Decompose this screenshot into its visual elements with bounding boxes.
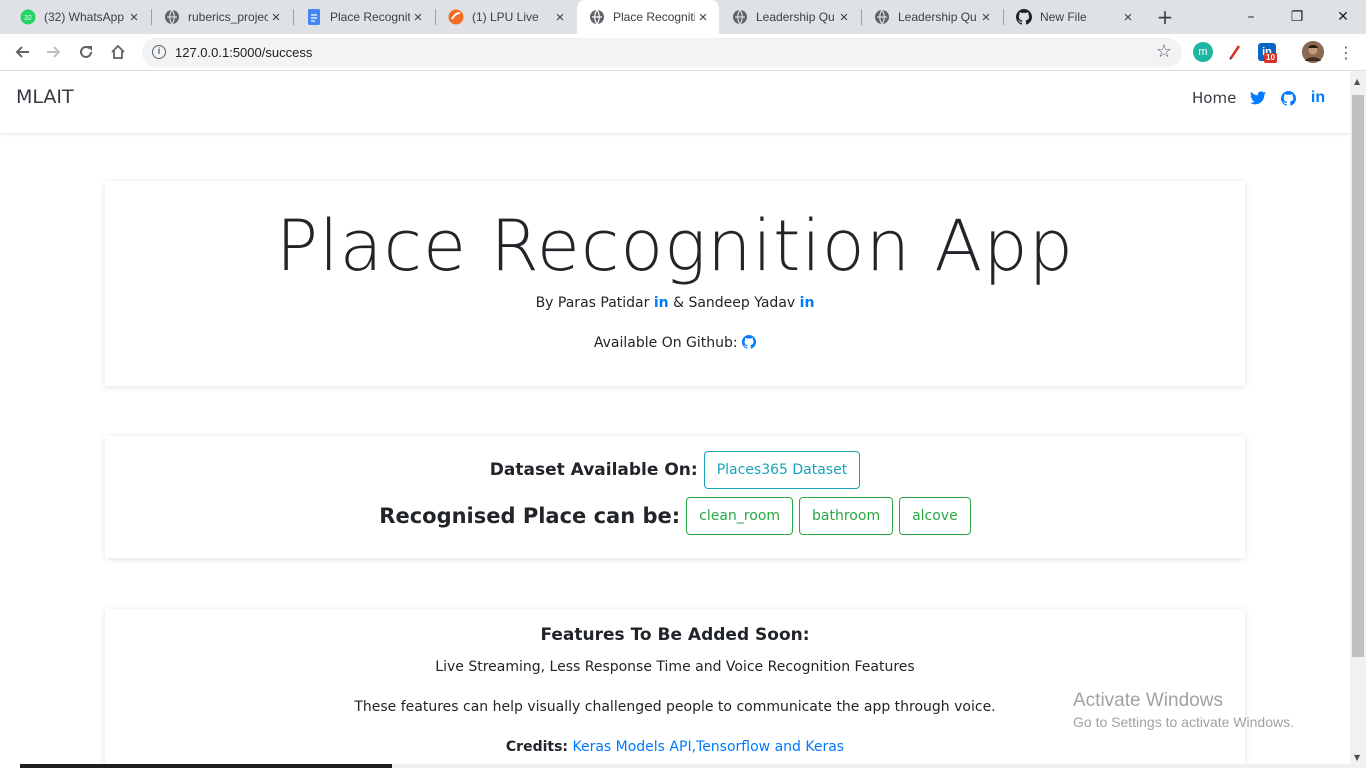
dataset-label: Dataset Available On:: [489, 460, 698, 480]
scrollbar-thumb[interactable]: [1352, 95, 1364, 657]
svg-text:32: 32: [24, 15, 32, 22]
page-title: Place Recognition App: [275, 205, 1075, 287]
close-tab-icon[interactable]: ×: [552, 9, 568, 26]
lpu-icon: [448, 9, 464, 25]
github-line: Available On Github:: [105, 335, 1245, 353]
dataset-card: Dataset Available On: Places365 Dataset …: [105, 436, 1245, 558]
hero-card: Place Recognition App By Paras Patidar i…: [105, 181, 1245, 386]
byline-ampersand: &: [673, 295, 684, 311]
forward-icon[interactable]: [39, 37, 69, 67]
github-icon: [1016, 9, 1032, 25]
globe-icon: [732, 9, 748, 25]
close-tab-icon[interactable]: ×: [695, 9, 711, 26]
close-tab-icon[interactable]: ×: [268, 9, 284, 26]
reload-icon[interactable]: [71, 37, 101, 67]
close-window-button[interactable]: ✕: [1320, 0, 1366, 34]
new-tab-button[interactable]: +: [1150, 0, 1180, 34]
extension-m-icon[interactable]: m: [1193, 42, 1213, 62]
pen-extension-icon[interactable]: [1225, 42, 1245, 62]
brand-link[interactable]: MLAIT: [16, 86, 74, 108]
author-2: Sandeep Yadav: [688, 295, 796, 311]
home-icon[interactable]: [103, 37, 133, 67]
google-docs-icon: [306, 9, 322, 25]
tab-title: ruberics_projec: [188, 10, 268, 24]
recognised-row: Recognised Place can be: clean_room bath…: [105, 497, 1245, 535]
browser-chrome: 32 (32) WhatsApp × ruberics_projec × Pla…: [0, 0, 1366, 71]
close-tab-icon[interactable]: ×: [1120, 9, 1136, 26]
back-icon[interactable]: [7, 37, 37, 67]
tab-new-file[interactable]: New File ×: [1004, 0, 1144, 34]
taskbar-edge: [0, 764, 1350, 768]
place-result-button[interactable]: alcove: [899, 497, 971, 535]
page-scrollbar[interactable]: ▲ ▼: [1350, 71, 1366, 768]
tab-title: New File: [1040, 10, 1087, 24]
close-tab-icon[interactable]: ×: [978, 9, 994, 26]
twitter-icon[interactable]: [1248, 87, 1268, 109]
profile-avatar[interactable]: [1302, 41, 1324, 63]
place-result-button[interactable]: clean_room: [686, 497, 794, 535]
linkedin-author-1-icon[interactable]: in: [654, 295, 669, 311]
watermark-subtitle: Go to Settings to activate Windows.: [1073, 714, 1294, 730]
features-list: Live Streaming, Less Response Time and V…: [435, 659, 915, 675]
close-tab-icon[interactable]: ×: [836, 9, 852, 26]
linkedin-nav-icon[interactable]: in: [1308, 87, 1328, 109]
github-repo-icon[interactable]: [742, 335, 757, 353]
credits-label: Credits:: [505, 739, 569, 755]
tab-strip: 32 (32) WhatsApp × ruberics_projec × Pla…: [0, 0, 1366, 34]
tab-lpu-live[interactable]: (1) LPU Live ×: [436, 0, 576, 34]
bookmark-star-icon[interactable]: ☆: [1156, 41, 1172, 62]
globe-icon: [589, 9, 605, 25]
site-navbar: MLAIT Home in: [0, 71, 1350, 133]
features-title: Features To Be Added Soon:: [540, 625, 810, 645]
web-page: MLAIT Home in Place Recognition App By P…: [0, 71, 1350, 768]
place-result-button[interactable]: bathroom: [799, 497, 894, 535]
scroll-up-arrow-icon[interactable]: ▲: [1354, 77, 1360, 86]
dataset-row: Dataset Available On: Places365 Dataset: [105, 451, 1245, 489]
activate-windows-watermark: Activate Windows Go to Settings to activ…: [1073, 690, 1294, 730]
tab-title: Place Recogniti: [613, 10, 695, 24]
watermark-title: Activate Windows: [1073, 690, 1223, 711]
whatsapp-icon: 32: [20, 9, 36, 25]
tab-ruberics[interactable]: ruberics_projec ×: [152, 0, 292, 34]
close-tab-icon[interactable]: ×: [126, 9, 142, 26]
recognised-label: Recognised Place can be:: [379, 504, 681, 528]
linkedin-author-2-icon[interactable]: in: [800, 295, 815, 311]
github-label: Available On Github:: [593, 335, 738, 351]
tab-title: (1) LPU Live: [472, 10, 539, 24]
browser-toolbar: i 127.0.0.1:5000/success ☆ m in 10 ⋮: [0, 34, 1366, 71]
features-card: Features To Be Added Soon: Live Streamin…: [105, 609, 1245, 768]
restore-button[interactable]: ❐: [1274, 0, 1320, 34]
url-text[interactable]: 127.0.0.1:5000/success: [175, 45, 312, 60]
nav-home-link[interactable]: Home: [1192, 89, 1236, 107]
tab-title: (32) WhatsApp: [44, 10, 125, 24]
info-icon[interactable]: i: [152, 45, 166, 59]
menu-kebab-icon[interactable]: ⋮: [1331, 37, 1361, 67]
tab-title: Place Recogniti: [330, 10, 410, 24]
linkedin-badge: 10: [1264, 53, 1277, 63]
tab-place-recognition-doc[interactable]: Place Recogniti ×: [294, 0, 434, 34]
tab-whatsapp[interactable]: 32 (32) WhatsApp ×: [8, 0, 150, 34]
tab-title: Leadership Qu: [756, 10, 835, 24]
github-nav-icon[interactable]: [1278, 87, 1298, 109]
byline: By Paras Patidar in & Sandeep Yadav in: [105, 295, 1245, 311]
tab-place-recognition-active[interactable]: Place Recogniti ×: [577, 0, 719, 34]
globe-icon: [874, 9, 890, 25]
address-bar[interactable]: i 127.0.0.1:5000/success ☆: [142, 38, 1182, 67]
tab-leadership-2[interactable]: Leadership Qu ×: [862, 0, 1002, 34]
close-tab-icon[interactable]: ×: [410, 9, 426, 26]
scroll-down-arrow-icon[interactable]: ▼: [1354, 753, 1360, 762]
globe-icon: [164, 9, 180, 25]
tab-title: Leadership Qu: [898, 10, 977, 24]
credits-line: Credits: Keras Models API,Tensorflow and…: [105, 739, 1245, 755]
author-1: By Paras Patidar: [535, 295, 650, 311]
tab-leadership-1[interactable]: Leadership Qu ×: [720, 0, 860, 34]
places365-dataset-button[interactable]: Places365 Dataset: [703, 451, 861, 489]
credits-link[interactable]: Keras Models API,Tensorflow and Keras: [572, 739, 844, 755]
linkedin-extension-icon[interactable]: in 10: [1258, 43, 1277, 63]
minimize-button[interactable]: –: [1228, 0, 1274, 34]
